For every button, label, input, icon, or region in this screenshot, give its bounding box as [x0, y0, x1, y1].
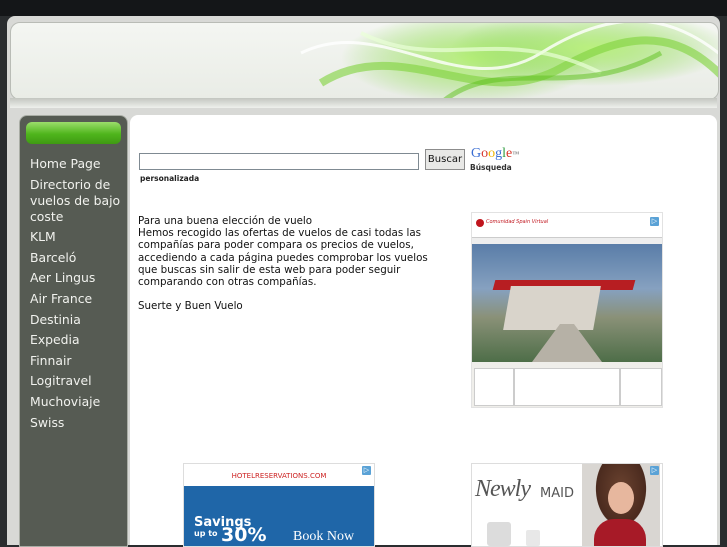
ad1-building	[503, 286, 601, 330]
adchoices-icon[interactable]: ▷	[362, 466, 371, 475]
ad1-logo-icon	[476, 219, 484, 227]
nav-item-air-france[interactable]: Air France	[30, 291, 124, 307]
nav-item-muchoviaje[interactable]: Muchoviaje	[30, 394, 124, 410]
nav-item-klm[interactable]: KLM	[30, 229, 124, 245]
site-header	[10, 22, 719, 100]
personalizada-label: personalizada	[140, 174, 200, 183]
green-swirl-banner	[300, 23, 718, 99]
ad1-header: Comunidad Spain Virtual	[472, 213, 662, 244]
header-title-faint	[27, 69, 237, 81]
ad2-percent: 30%	[221, 524, 267, 546]
ad3-product-image	[487, 522, 511, 546]
ad3-product-image-2	[526, 530, 540, 546]
ad-banner-virtual-spain[interactable]: Comunidad Spain Virtual ▷	[471, 212, 663, 408]
ad3-brand-script: Newly	[475, 476, 531, 502]
nav-item-destinia[interactable]: Destinia	[30, 312, 124, 328]
ad1-scene-image	[472, 244, 662, 362]
nav-item-swiss[interactable]: Swiss	[30, 415, 124, 431]
google-logo-text: Google	[471, 146, 513, 161]
nav-item-aer-lingus[interactable]: Aer Lingus	[30, 270, 124, 286]
nav-item-finnair[interactable]: Finnair	[30, 353, 124, 369]
nav-item-logitravel[interactable]: Logitravel	[30, 373, 124, 389]
busqueda-label: Búsqueda	[470, 163, 512, 172]
ad3-model-dress	[594, 519, 646, 546]
ad1-footer-box-3	[620, 368, 662, 406]
ad2-upto: up to	[194, 529, 218, 538]
ad1-brand: Comunidad Spain Virtual	[486, 219, 549, 225]
adchoices-icon[interactable]: ▷	[650, 217, 659, 226]
sidebar-nav: Home Page Directorio de vuelos de bajo c…	[30, 156, 124, 435]
nav-item-home-page[interactable]: Home Page	[30, 156, 124, 172]
google-logo-tm: ™	[512, 150, 520, 158]
ad1-footer-box-1	[474, 368, 514, 406]
search-input[interactable]	[139, 153, 419, 170]
ad3-brand-caps: MAID	[540, 486, 574, 501]
nav-item-directorio[interactable]: Directorio de vuelos de bajo coste	[30, 177, 124, 225]
ad2-logo: HOTELRESERVATIONS.COM	[231, 472, 327, 480]
intro-text: Para una buena elección de vuelo Hemos r…	[138, 215, 428, 313]
header-separator	[10, 98, 717, 108]
ad1-footer-box-2	[514, 368, 620, 406]
sidebar: Home Page Directorio de vuelos de bajo c…	[19, 115, 128, 547]
nav-item-barcelo[interactable]: Barceló	[30, 250, 124, 266]
adchoices-icon[interactable]: ▷	[650, 466, 659, 475]
ad-banner-newlymaid[interactable]: Newly MAID ▷	[471, 463, 663, 547]
ad2-book-now[interactable]: Book Now	[293, 529, 354, 545]
search-button[interactable]: Buscar	[425, 149, 465, 170]
nav-item-expedia[interactable]: Expedia	[30, 332, 124, 348]
ad1-tabs	[472, 237, 662, 244]
ad3-model-face	[608, 482, 634, 514]
google-logo: Google™	[471, 147, 519, 161]
browser-top-bar	[0, 0, 727, 16]
sidebar-cap	[26, 122, 121, 144]
